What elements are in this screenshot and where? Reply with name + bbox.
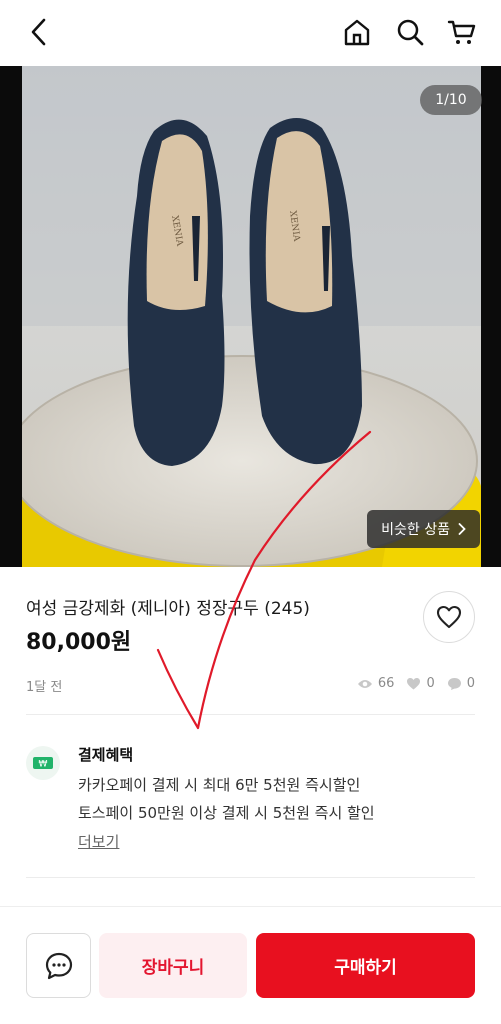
product-image-gallery[interactable]: XENIA XENIA 1/10 비슷한 상품 (0, 66, 501, 567)
chat-bubble-small-icon (447, 677, 461, 690)
home-icon[interactable] (339, 14, 375, 50)
chevron-right-icon (458, 523, 466, 535)
heart-icon (436, 605, 462, 629)
wishlist-button[interactable] (423, 591, 475, 643)
heart-small-icon (407, 678, 421, 690)
chats-count: 0 (466, 676, 475, 691)
kakaopay-benefit: 카카오페이 결제 시 최대 6만 5천원 즉시할인 (78, 776, 361, 794)
won-icon: ₩ (26, 746, 60, 780)
chats-stat: 0 (447, 676, 475, 691)
product-price: 80,000원 (26, 630, 132, 655)
won-glyph: ₩ (39, 760, 48, 770)
image-counter: 1/10 (420, 85, 482, 115)
likes-stat: 0 (406, 676, 435, 691)
chat-button[interactable] (26, 933, 91, 998)
similar-products-button[interactable]: 비슷한 상품 (367, 510, 480, 548)
views-stat: 66 (357, 676, 395, 691)
tosspay-benefit: 토스페이 50만원 이상 결제 시 5천원 즉시 할인 (78, 804, 375, 822)
benefits-title: 결제혜택 (78, 746, 134, 764)
buy-now-button[interactable]: 구매하기 (256, 933, 475, 998)
section-divider (26, 714, 475, 715)
back-arrow-icon[interactable] (21, 14, 57, 50)
eye-icon (357, 679, 372, 688)
posted-time: 1달 전 (26, 680, 63, 695)
search-icon[interactable] (392, 14, 428, 50)
more-benefits-link[interactable]: 더보기 (78, 831, 119, 852)
section-divider (26, 877, 475, 878)
similar-products-label: 비슷한 상품 (381, 522, 450, 538)
product-stats: 66 0 0 (351, 676, 475, 691)
chat-bubble-icon (45, 952, 72, 979)
add-to-cart-button[interactable]: 장바구니 (99, 933, 247, 998)
likes-count: 0 (426, 676, 435, 691)
product-title: 여성 금강제화 (제니아) 정장구두 (245) (26, 599, 310, 619)
product-photo: XENIA XENIA (22, 66, 481, 567)
views-count: 66 (377, 676, 395, 691)
top-navigation-bar (0, 0, 501, 66)
cart-icon[interactable] (444, 14, 480, 50)
bottom-action-bar: 장바구니 구매하기 (0, 906, 501, 1024)
